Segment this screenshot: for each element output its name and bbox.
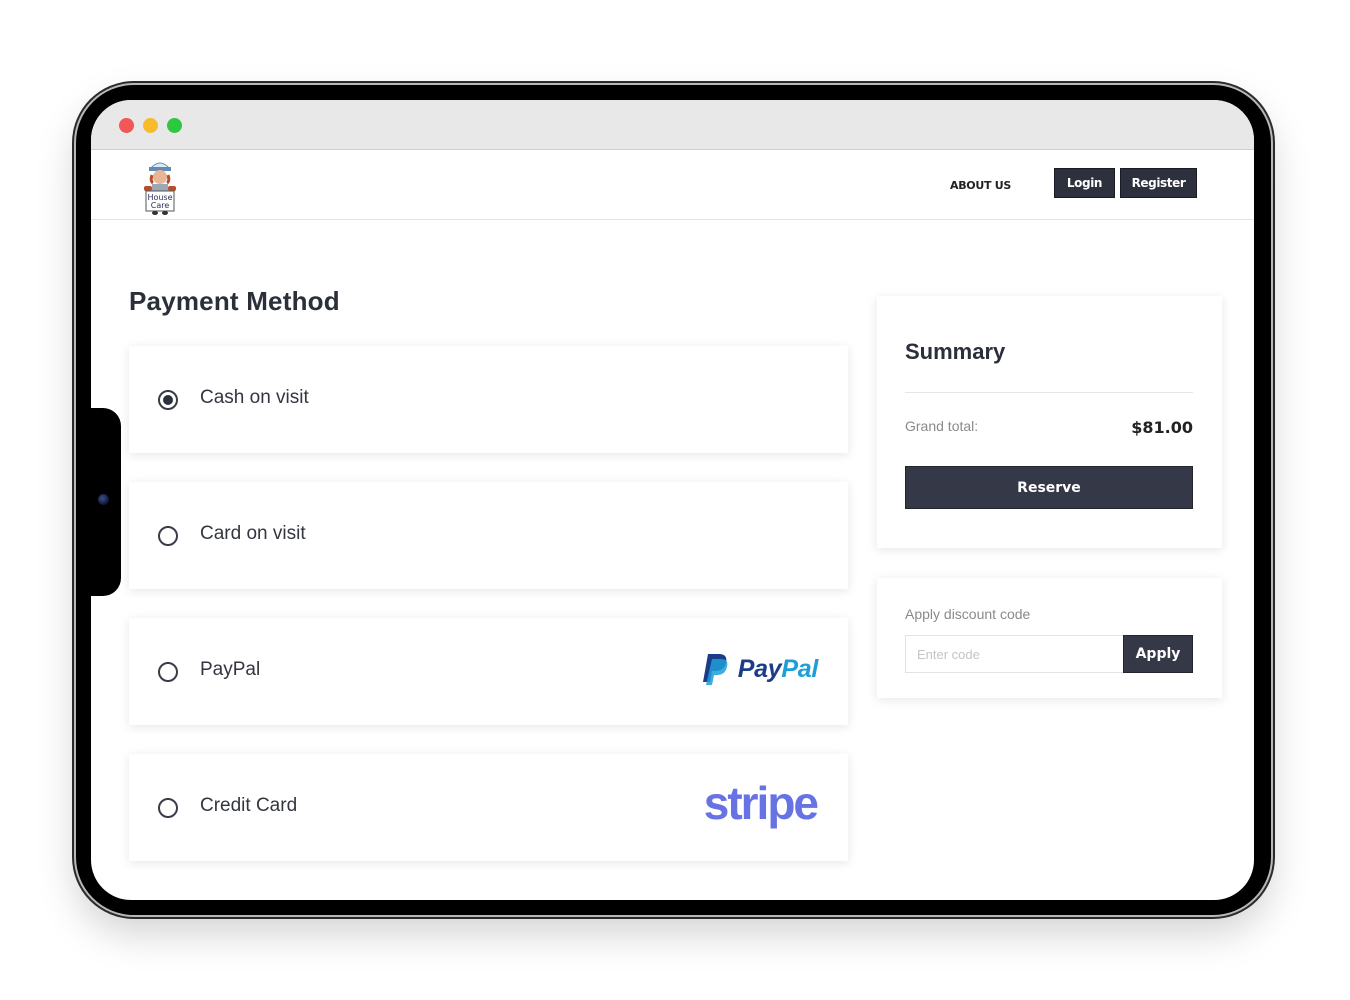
paypal-logo: PayPal bbox=[702, 653, 818, 686]
radio-credit-card[interactable] bbox=[158, 798, 178, 818]
summary-divider bbox=[905, 392, 1193, 393]
payment-option-label: Card on visit bbox=[200, 523, 306, 544]
camera-icon bbox=[98, 494, 109, 505]
register-button[interactable]: Register bbox=[1120, 168, 1197, 198]
nav-about-us-link[interactable]: ABOUT US bbox=[950, 179, 1011, 192]
close-window-button[interactable] bbox=[119, 118, 134, 133]
summary-title: Summary bbox=[905, 339, 1006, 364]
grand-total-value: $81.00 bbox=[1131, 418, 1193, 437]
payment-option-cash[interactable]: Cash on visit bbox=[129, 346, 848, 453]
payment-option-card[interactable]: Card on visit bbox=[129, 482, 848, 589]
login-button[interactable]: Login bbox=[1054, 168, 1115, 198]
paypal-wordmark-pay: Pay bbox=[737, 655, 782, 683]
payment-option-label: PayPal bbox=[200, 659, 261, 680]
discount-panel: Apply discount code Apply bbox=[877, 578, 1222, 698]
payment-option-label: Cash on visit bbox=[200, 387, 309, 408]
paypal-wordmark-pal: Pal bbox=[781, 655, 818, 683]
radio-paypal[interactable] bbox=[158, 662, 178, 682]
browser-window: House Care ABOUT US Login Register Payme… bbox=[91, 100, 1254, 900]
payment-option-paypal[interactable]: PayPal PayPal bbox=[129, 618, 848, 725]
summary-panel: Summary Grand total: $81.00 Reserve bbox=[877, 296, 1222, 548]
grand-total-label: Grand total: bbox=[905, 418, 979, 434]
payment-option-label: Credit Card bbox=[200, 795, 298, 816]
payment-option-credit-card[interactable]: Credit Card stripe bbox=[129, 754, 848, 861]
radio-cash-on-visit[interactable] bbox=[158, 390, 178, 410]
discount-label: Apply discount code bbox=[905, 606, 1031, 622]
house-care-logo[interactable]: House Care bbox=[138, 155, 182, 217]
reserve-button[interactable]: Reserve bbox=[905, 466, 1193, 509]
apply-discount-button[interactable]: Apply bbox=[1123, 635, 1193, 673]
browser-titlebar bbox=[91, 100, 1254, 150]
radio-card-on-visit[interactable] bbox=[158, 526, 178, 546]
discount-code-input[interactable] bbox=[905, 635, 1124, 673]
site-navbar: House Care ABOUT US Login Register bbox=[91, 151, 1254, 220]
paypal-p-icon bbox=[702, 654, 728, 685]
maximize-window-button[interactable] bbox=[167, 118, 182, 133]
stripe-logo: stripe bbox=[703, 777, 819, 829]
page-title: Payment Method bbox=[129, 286, 340, 316]
svg-text:Care: Care bbox=[151, 201, 170, 210]
minimize-window-button[interactable] bbox=[143, 118, 158, 133]
